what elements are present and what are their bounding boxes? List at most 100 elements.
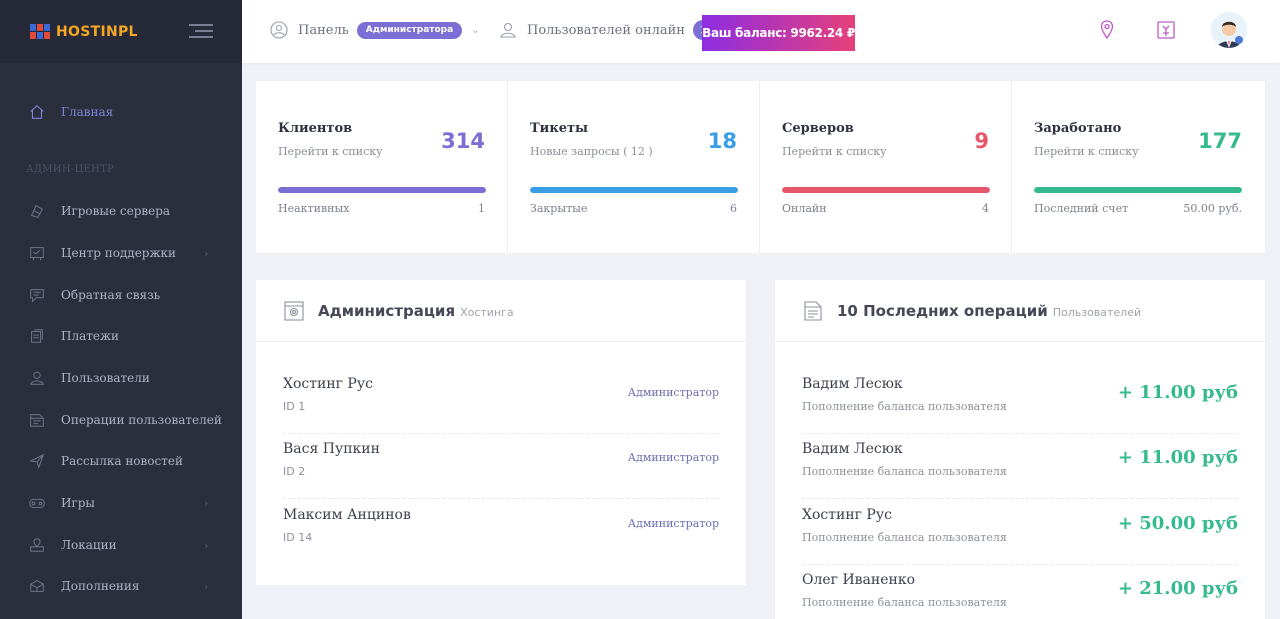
topbar: Панель Администратора ⌄ Пользователей он… <box>242 0 1280 63</box>
panel-label: Панель <box>298 22 349 38</box>
users-icon <box>498 20 518 40</box>
panel-selector[interactable]: Панель Администратора ⌄ <box>269 20 480 40</box>
payments-icon <box>28 327 46 345</box>
users-online[interactable]: Пользователей онлайн 1 <box>498 20 713 40</box>
sidebar-item-label: Операции пользователей <box>61 413 222 427</box>
sidebar-item-label: Локации <box>61 538 117 552</box>
stat-link[interactable]: Перейти к списку <box>278 145 383 158</box>
sidebar-item-label: Пользователи <box>61 371 150 385</box>
map-icon[interactable] <box>1154 18 1178 42</box>
stat-progress-bar <box>530 187 738 193</box>
stats-row: Клиентов Перейти к списку 314 Неактивных… <box>256 81 1265 253</box>
operation-desc: Пополнение баланса пользователя <box>802 531 1007 544</box>
menu-toggle-icon[interactable] <box>189 22 213 40</box>
operation-row[interactable]: Вадим Лесюк Пополнение баланса пользоват… <box>802 433 1238 499</box>
newsletter-icon <box>28 452 46 470</box>
stat-card-tickets: Тикеты Новые запросы ( 12 ) 18 Закрытые … <box>508 81 760 253</box>
panel-subtitle: Хостинга <box>460 305 514 319</box>
document-list-icon <box>801 299 825 323</box>
stat-link[interactable]: Новые запросы ( 12 ) <box>530 145 653 158</box>
operation-desc: Пополнение баланса пользователя <box>802 400 1007 413</box>
stat-title: Клиентов <box>278 121 353 136</box>
stat-progress-fill <box>1034 187 1242 193</box>
sidebar-item-users[interactable]: Пользователи <box>0 363 242 393</box>
sidebar-item-support[interactable]: Центр поддержки › <box>0 238 242 268</box>
stat-foot-label: Закрытые <box>530 202 588 215</box>
operation-row[interactable]: Хостинг Рус Пополнение баланса пользоват… <box>802 499 1238 565</box>
stat-title: Серверов <box>782 121 854 136</box>
stat-foot-value: 6 <box>730 202 737 215</box>
location-pin-icon[interactable] <box>1095 18 1119 42</box>
admin-role-link[interactable]: Администратор <box>628 451 719 464</box>
list-item[interactable]: Максим Анцинов ID 14 Администратор <box>283 499 719 565</box>
list-item[interactable]: Хостинг Рус ID 1 Администратор <box>283 368 719 434</box>
operation-row[interactable]: Олег Иваненко Пополнение баланса пользов… <box>802 564 1238 619</box>
sidebar-item-payments[interactable]: Платежи <box>0 321 242 351</box>
stat-value: 18 <box>707 129 737 153</box>
locations-icon <box>28 536 46 554</box>
sidebar-item-label: Обратная связь <box>61 288 161 302</box>
sidebar-item-addons[interactable]: Дополнения › <box>0 571 242 601</box>
stat-link[interactable]: Перейти к списку <box>782 145 887 158</box>
chevron-right-icon: › <box>204 538 209 552</box>
sidebar-item-servers[interactable]: Игровые сервера <box>0 196 242 226</box>
users-icon <box>28 369 46 387</box>
support-icon <box>28 244 46 262</box>
sidebar-item-label: Рассылка новостей <box>61 454 183 468</box>
stat-progress-bar <box>278 187 486 193</box>
panel-header: 10 Последних операций Пользователей <box>775 280 1265 342</box>
sidebar-item-label: Главная <box>61 105 114 119</box>
stat-value: 177 <box>1198 129 1242 153</box>
sidebar-item-home[interactable]: Главная <box>0 97 242 127</box>
sidebar-item-label: Игровые сервера <box>61 204 171 218</box>
admin-role-link[interactable]: Администратор <box>628 386 719 399</box>
chevron-down-icon[interactable]: ⌄ <box>471 25 479 36</box>
operations-panel: 10 Последних операций Пользователей Вади… <box>775 280 1265 619</box>
list-item[interactable]: Вася Пупкин ID 2 Администратор <box>283 433 719 499</box>
sidebar-item-operations[interactable]: Операции пользователей <box>0 405 242 435</box>
gamepad-icon <box>28 494 46 512</box>
sidebar-item-label: Игры <box>61 496 95 510</box>
sidebar-item-feedback[interactable]: Обратная связь <box>0 280 242 310</box>
stat-value: 314 <box>441 129 485 153</box>
chevron-right-icon: › <box>204 246 209 260</box>
sidebar-item-label: Центр поддержки <box>61 246 177 260</box>
panel-subtitle: Пользователей <box>1052 305 1142 319</box>
avatar[interactable] <box>1211 12 1247 48</box>
users-online-label: Пользователей онлайн <box>527 22 685 38</box>
logo-icon <box>30 23 52 40</box>
stat-card-clients: Клиентов Перейти к списку 314 Неактивных… <box>256 81 508 253</box>
stat-card-servers: Серверов Перейти к списку 9 Онлайн 4 <box>760 81 1012 253</box>
operations-icon <box>28 411 46 429</box>
stat-card-earned: Заработано Перейти к списку 177 Последни… <box>1012 81 1264 253</box>
stat-progress-bar <box>782 187 990 193</box>
admin-id: ID 2 <box>283 465 306 478</box>
stat-progress-bar <box>1034 187 1242 193</box>
operation-amount: + 11.00 руб <box>1117 447 1238 468</box>
logo-text[interactable]: HOSTINPL <box>56 24 138 40</box>
chevron-right-icon: › <box>204 579 209 593</box>
stat-progress-fill <box>530 187 738 193</box>
admin-role-link[interactable]: Администратор <box>628 517 719 530</box>
stat-foot-value: 50.00 руб. <box>1183 202 1242 215</box>
sidebar-item-newsletter[interactable]: Рассылка новостей <box>0 446 242 476</box>
stat-value: 9 <box>974 129 989 153</box>
stat-foot-label: Онлайн <box>782 202 827 215</box>
admin-id: ID 1 <box>283 400 306 413</box>
operation-row[interactable]: Вадим Лесюк Пополнение баланса пользоват… <box>802 368 1238 434</box>
admin-panel: Администрация Хостинга Хостинг Рус ID 1 … <box>256 280 746 585</box>
operation-user: Хостинг Рус <box>802 507 892 523</box>
sidebar-item-games[interactable]: Игры › <box>0 488 242 518</box>
stat-title: Тикеты <box>530 121 589 136</box>
operation-amount: + 11.00 руб <box>1117 382 1238 403</box>
admin-name: Вася Пупкин <box>283 441 380 457</box>
home-icon <box>28 103 46 121</box>
sidebar-item-label: Дополнения <box>61 579 140 593</box>
admin-id: ID 14 <box>283 531 313 544</box>
stat-link[interactable]: Перейти к списку <box>1034 145 1139 158</box>
operation-user: Вадим Лесюк <box>802 441 903 457</box>
sidebar-item-locations[interactable]: Локации › <box>0 530 242 560</box>
balance-button[interactable]: Ваш баланс: 9962.24 ₽ <box>702 15 855 51</box>
admin-name: Максим Анцинов <box>283 507 411 523</box>
servers-icon <box>28 202 46 220</box>
